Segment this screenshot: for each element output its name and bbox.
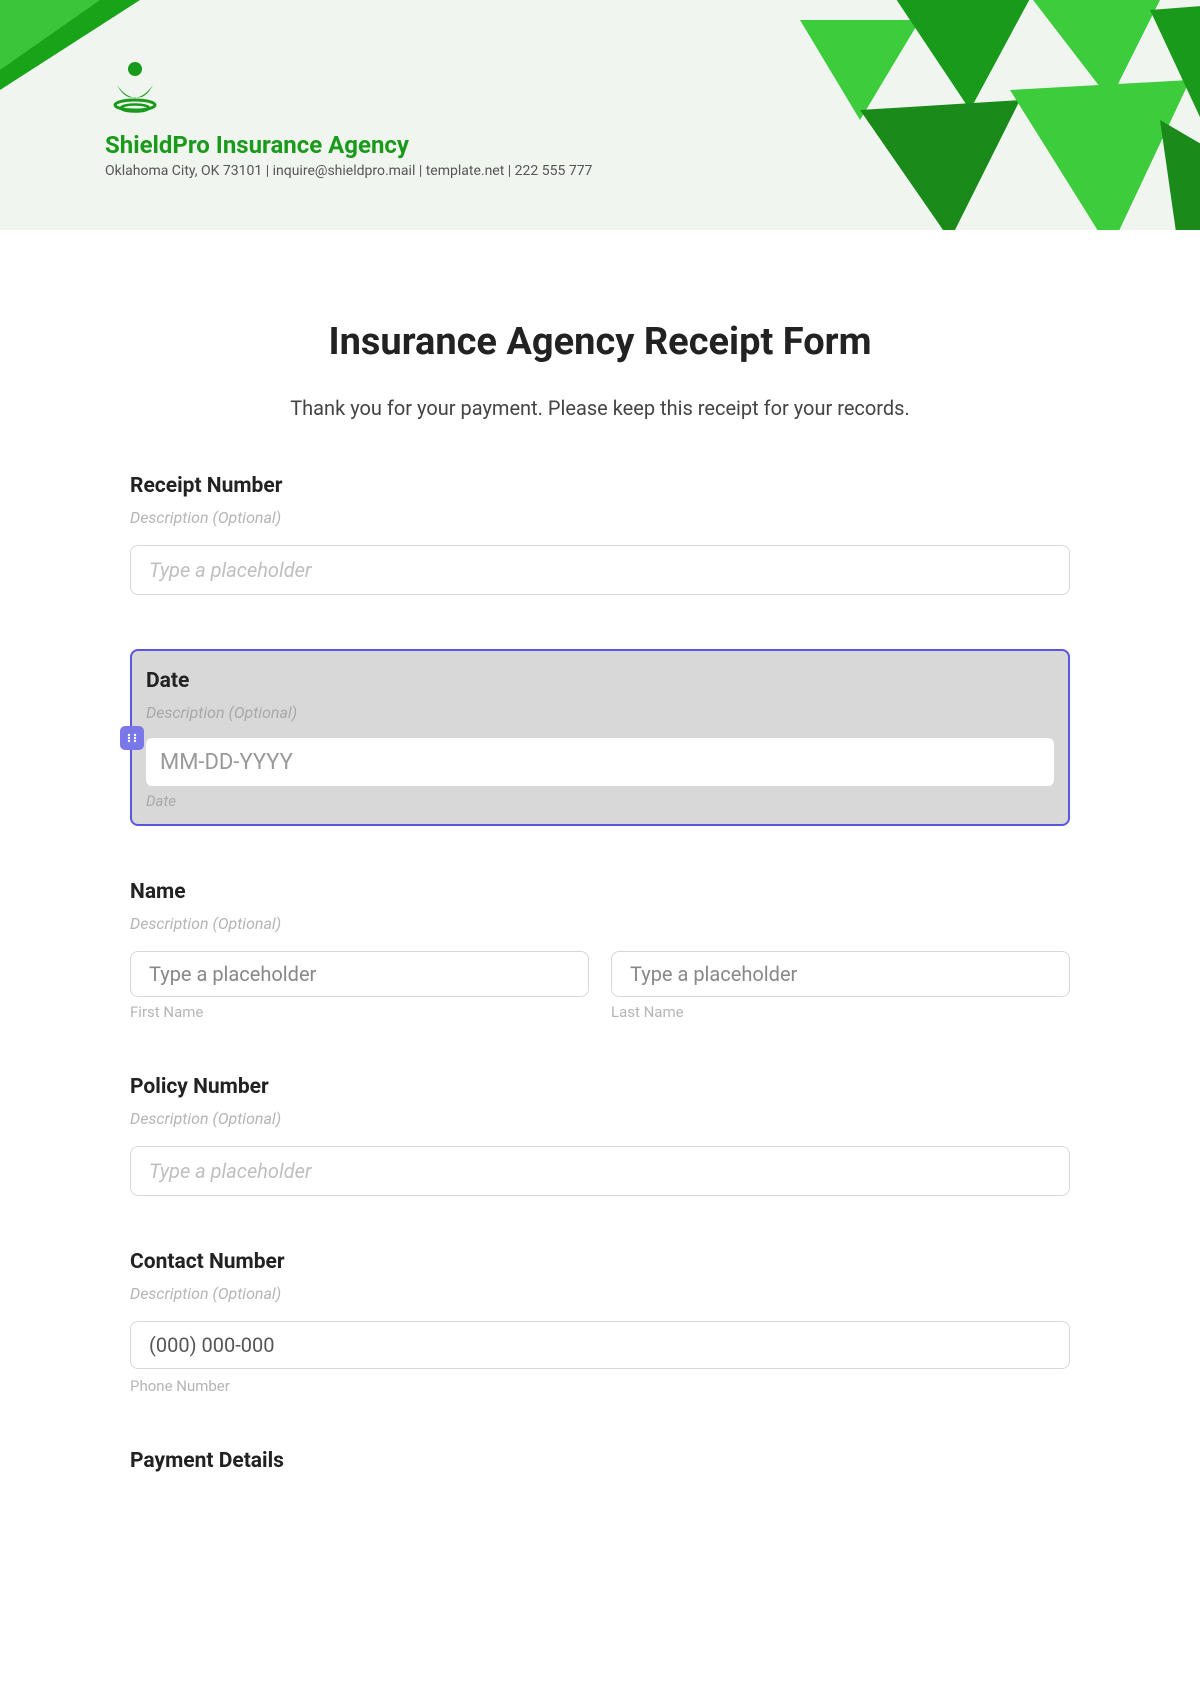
receipt-number-desc: Description (Optional) xyxy=(130,508,1070,527)
contact-number-desc: Description (Optional) xyxy=(130,1284,1070,1303)
policy-number-label: Policy Number xyxy=(130,1075,1070,1099)
first-name-sublabel: First Name xyxy=(130,1003,589,1021)
contact-number-sublabel: Phone Number xyxy=(130,1377,1070,1395)
date-input[interactable] xyxy=(146,738,1054,786)
form-content: Insurance Agency Receipt Form Thank you … xyxy=(0,230,1200,1473)
policy-number-desc: Description (Optional) xyxy=(130,1109,1070,1128)
name-desc: Description (Optional) xyxy=(130,914,1070,933)
form-subtitle: Thank you for your payment. Please keep … xyxy=(130,396,1070,420)
name-field: Name Description (Optional) First Name L… xyxy=(130,880,1070,1021)
name-label: Name xyxy=(130,880,1070,904)
decor-triangle xyxy=(0,0,100,70)
drag-handle-icon[interactable] xyxy=(120,726,144,750)
payment-details-label: Payment Details xyxy=(130,1449,1070,1473)
last-name-sublabel: Last Name xyxy=(611,1003,1070,1021)
contact-number-input[interactable] xyxy=(130,1321,1070,1369)
receipt-number-label: Receipt Number xyxy=(130,474,1070,498)
header-banner: ShieldPro Insurance Agency Oklahoma City… xyxy=(0,0,1200,230)
first-name-input[interactable] xyxy=(130,951,589,997)
policy-number-input[interactable] xyxy=(130,1146,1070,1196)
receipt-number-input[interactable] xyxy=(130,545,1070,595)
date-label: Date xyxy=(146,669,1054,693)
form-title: Insurance Agency Receipt Form xyxy=(130,320,1070,364)
company-name: ShieldPro Insurance Agency xyxy=(105,131,592,159)
contact-number-field: Contact Number Description (Optional) Ph… xyxy=(130,1250,1070,1395)
logo-block: ShieldPro Insurance Agency Oklahoma City… xyxy=(105,55,592,179)
date-desc: Description (Optional) xyxy=(146,703,1054,722)
company-contact-line: Oklahoma City, OK 73101 | inquire@shield… xyxy=(105,163,592,179)
date-sublabel: Date xyxy=(146,792,1054,810)
date-field-selected[interactable]: Date Description (Optional) Date xyxy=(130,649,1070,826)
company-logo-icon xyxy=(105,55,165,115)
last-name-input[interactable] xyxy=(611,951,1070,997)
policy-number-field: Policy Number Description (Optional) xyxy=(130,1075,1070,1196)
decor-triangle-cluster xyxy=(720,0,1200,230)
contact-number-label: Contact Number xyxy=(130,1250,1070,1274)
receipt-number-field: Receipt Number Description (Optional) xyxy=(130,474,1070,595)
